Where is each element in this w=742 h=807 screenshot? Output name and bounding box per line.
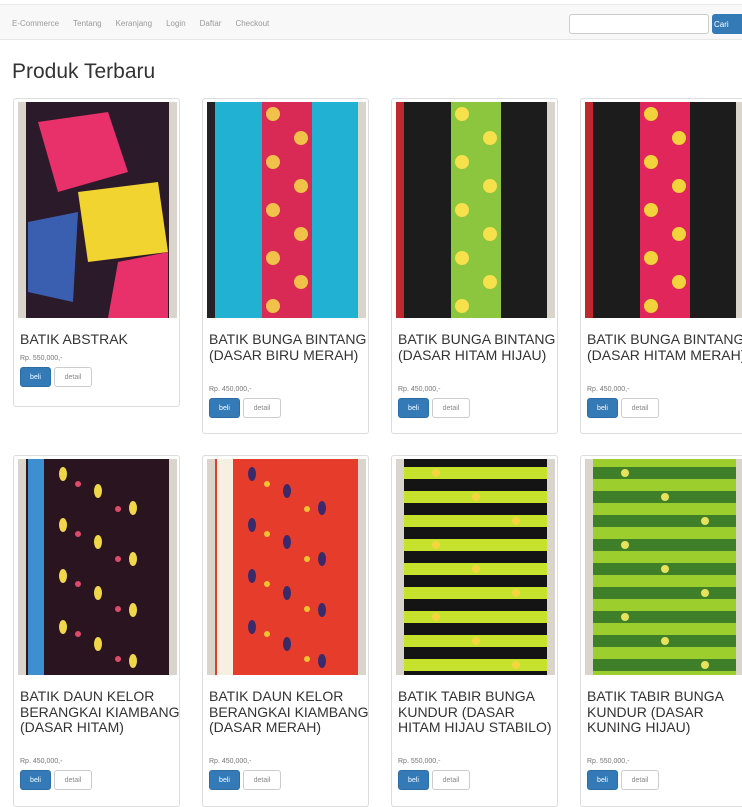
detail-button[interactable]: detail — [621, 397, 659, 418]
product-image[interactable] — [396, 459, 555, 675]
product-image[interactable] — [18, 102, 177, 318]
buy-button[interactable]: beli — [587, 770, 618, 790]
product-name: BATIK BUNGA BINTANG (DASAR BIRU MERAH) — [209, 331, 367, 363]
product-price: Rp. 550,000,- — [20, 354, 63, 362]
product-card: BATIK BUNGA BINTANG (DASAR HITAM HIJAU) R… — [391, 98, 558, 434]
product-name: BATIK TABIR BUNGA KUNDUR (DASAR KUNING H… — [587, 688, 724, 735]
product-card: BATIK BUNGA BINTANG (DASAR BIRU MERAH) Rp… — [202, 98, 369, 434]
product-price: Rp. 450,000,- — [209, 385, 252, 393]
top-navbar: E-Commerce Tentang Keranjang Login Dafta… — [0, 4, 742, 40]
product-price: Rp. 450,000,- — [20, 758, 63, 765]
nav-link-tentang[interactable]: Tentang — [73, 19, 101, 28]
detail-button[interactable]: detail — [432, 397, 470, 418]
nav-link-keranjang[interactable]: Keranjang — [116, 19, 152, 28]
nav-link-daftar[interactable]: Daftar — [200, 19, 222, 28]
batik-fabric-photo — [207, 102, 366, 318]
product-price: Rp. 550,000,- — [587, 758, 630, 765]
detail-button[interactable]: detail — [432, 770, 470, 790]
nav-link-checkout[interactable]: Checkout — [235, 19, 269, 28]
product-image[interactable] — [585, 459, 742, 675]
product-card: BATIK BUNGA BINTANG (DASAR HITAM MERAH) R… — [580, 98, 742, 434]
nav-links: E-Commerce Tentang Keranjang Login Dafta… — [12, 5, 283, 41]
product-name: BATIK TABIR BUNGA KUNDUR (DASAR HITAM HI… — [398, 688, 552, 735]
product-card: BATIK TABIR BUNGA KUNDUR (DASAR KUNING H… — [580, 455, 742, 807]
buy-button[interactable]: beli — [209, 397, 240, 418]
product-image[interactable] — [207, 459, 366, 675]
page-title: Produk Terbaru — [12, 60, 156, 83]
buy-button[interactable]: beli — [20, 770, 51, 790]
product-card: BATIK ABSTRAK Rp. 550,000,- beli detail — [13, 98, 180, 407]
product-name: BATIK BUNGA BINTANG (DASAR HITAM HIJAU) — [398, 331, 556, 363]
detail-button[interactable]: detail — [54, 366, 92, 387]
detail-button[interactable]: detail — [243, 397, 281, 418]
product-name: BATIK DAUN KELOR BERANGKAI KIAMBANG (DAS… — [20, 688, 180, 735]
buy-button[interactable]: beli — [398, 770, 429, 790]
product-image[interactable] — [396, 102, 555, 318]
detail-button[interactable]: detail — [243, 770, 281, 790]
detail-button[interactable]: detail — [621, 770, 659, 790]
product-name: BATIK BUNGA BINTANG (DASAR HITAM MERAH) — [587, 331, 742, 363]
product-name: BATIK ABSTRAK — [20, 331, 128, 347]
product-image[interactable] — [207, 102, 366, 318]
product-image[interactable] — [18, 459, 177, 675]
batik-fabric-photo — [18, 102, 177, 318]
product-card: BATIK DAUN KELOR BERANGKAI KIAMBANG (DAS… — [202, 455, 369, 807]
product-price: Rp. 450,000,- — [209, 758, 252, 765]
product-price: Rp. 550,000,- — [398, 758, 441, 765]
product-image[interactable] — [585, 102, 742, 318]
buy-button[interactable]: beli — [398, 397, 429, 418]
batik-fabric-photo — [18, 459, 177, 675]
batik-fabric-photo — [207, 459, 366, 675]
product-card: BATIK TABIR BUNGA KUNDUR (DASAR HITAM HI… — [391, 455, 558, 807]
search-button[interactable]: Cari — [712, 14, 742, 34]
buy-button[interactable]: beli — [20, 366, 51, 387]
batik-fabric-photo — [396, 459, 555, 675]
nav-brand-link[interactable]: E-Commerce — [12, 19, 59, 28]
nav-link-login[interactable]: Login — [166, 19, 186, 28]
detail-button[interactable]: detail — [54, 770, 92, 790]
product-price: Rp. 450,000,- — [587, 385, 630, 393]
batik-fabric-photo — [585, 459, 742, 675]
product-name: BATIK DAUN KELOR BERANGKAI KIAMBANG (DAS… — [209, 688, 369, 735]
product-price: Rp. 450,000,- — [398, 385, 441, 393]
batik-fabric-photo — [585, 102, 742, 318]
buy-button[interactable]: beli — [587, 397, 618, 418]
search-input[interactable] — [569, 14, 709, 34]
product-card: BATIK DAUN KELOR BERANGKAI KIAMBANG (DAS… — [13, 455, 180, 807]
batik-fabric-photo — [396, 102, 555, 318]
buy-button[interactable]: beli — [209, 770, 240, 790]
